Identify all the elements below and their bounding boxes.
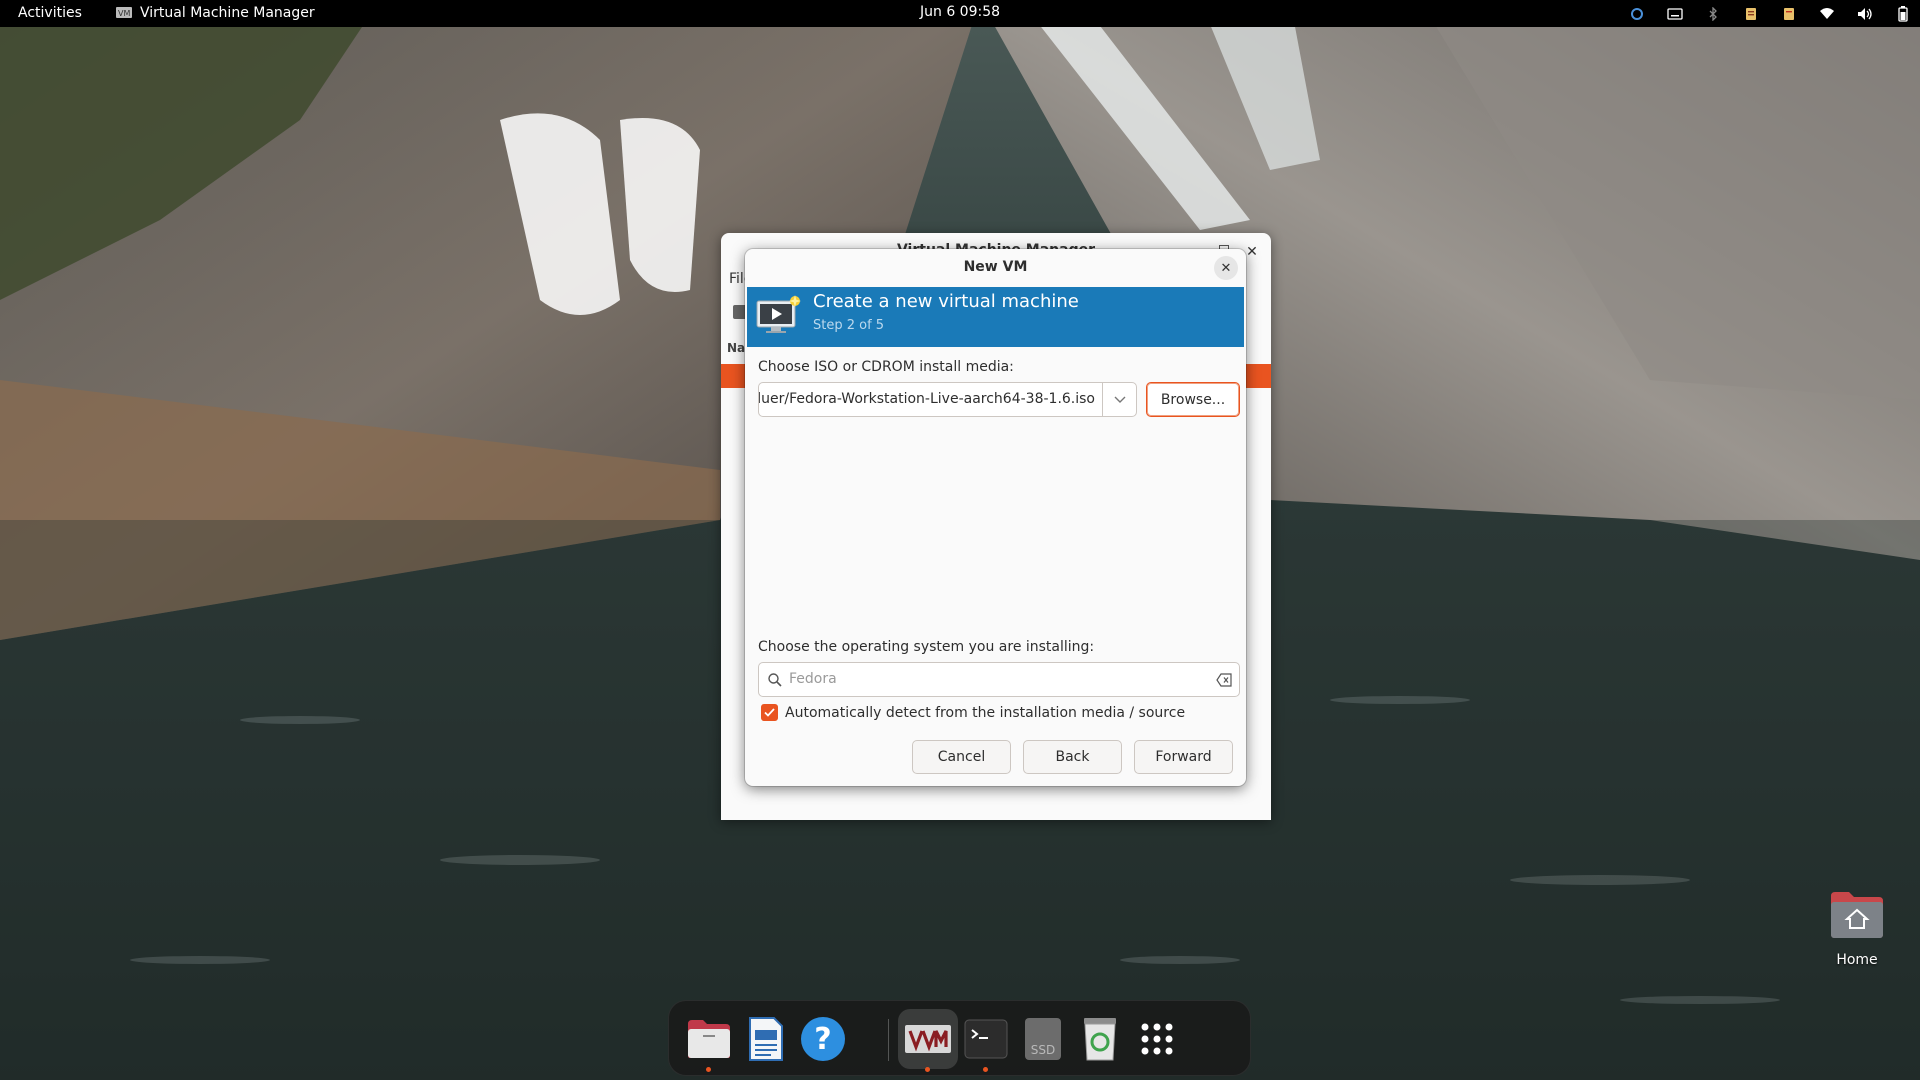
back-button[interactable]: Back [1023,740,1122,774]
home-desktop-icon[interactable]: Home [1826,888,1888,968]
battery-icon[interactable] [1894,5,1912,22]
dock-trash[interactable] [1070,1009,1130,1069]
volume-icon[interactable] [1856,6,1874,22]
trash-icon [1084,1018,1116,1061]
checkmark-icon [764,708,775,717]
svg-text:SSD: SSD [1031,1043,1055,1057]
activities-button[interactable]: Activities [18,5,82,21]
os-search-field[interactable]: Fedora [758,662,1240,697]
os-label: Choose the operating system you are inst… [758,639,1095,655]
autodetect-row[interactable]: Automatically detect from the installati… [761,704,1185,721]
dock-files[interactable] [679,1009,739,1072]
text-editor-icon [749,1017,783,1061]
clipboard-alt-icon[interactable] [1780,6,1798,22]
chevron-down-icon [1114,396,1125,403]
close-icon: ✕ [1220,260,1232,276]
bluetooth-icon[interactable] [1704,6,1722,22]
dock-show-apps[interactable] [1127,1009,1187,1069]
files-icon [688,1020,730,1058]
home-icon-label: Home [1836,952,1878,968]
wifi-icon[interactable] [1818,6,1836,22]
running-indicator [706,1067,711,1072]
dock-terminal[interactable] [956,1009,1016,1072]
dock-help[interactable]: ? [793,1009,853,1069]
virt-manager-small-icon: VM [116,7,132,18]
show-apps-icon [1141,1023,1173,1055]
terminal-icon [964,1019,1008,1059]
search-icon [768,673,782,687]
dialog-titlebar: New VM ✕ [745,249,1246,287]
autodetect-label: Automatically detect from the installati… [785,704,1186,721]
iso-media-label: Choose ISO or CDROM install media: [758,359,1014,375]
wizard-step-indicator: Step 2 of 5 [813,318,885,333]
virt-manager-icon [905,1025,951,1053]
top-bar: Activities VM Virtual Machine Manager Ju… [0,0,1920,27]
home-folder-icon [1831,892,1883,938]
iso-dropdown-button[interactable] [1102,383,1136,416]
svg-text:?: ? [814,1022,831,1057]
system-tray[interactable] [1628,0,1912,27]
browse-button[interactable]: Browse... [1146,382,1240,417]
clipboard-icon[interactable] [1742,6,1760,22]
svg-text:VM: VM [118,9,130,18]
forward-button[interactable]: Forward [1134,740,1233,774]
network-sync-icon[interactable] [1628,6,1646,22]
iso-path-input[interactable]: luer/Fedora-Workstation-Live-aarch64-38-… [759,383,1102,416]
running-indicator [983,1067,988,1072]
dock: ? SSD [668,1000,1251,1076]
clear-text-icon[interactable] [1216,673,1232,687]
clock[interactable]: Jun 6 09:58 [920,4,1000,20]
cancel-button[interactable]: Cancel [912,740,1011,774]
help-icon: ? [801,1017,845,1061]
dialog-title: New VM [963,259,1028,275]
iso-path-value: luer/Fedora-Workstation-Live-aarch64-38-… [759,391,1095,407]
wizard-header: Create a new virtual machine Step 2 of 5 [747,287,1244,347]
new-vm-dialog: New VM ✕ Create a new virtual machine St… [745,249,1246,786]
wizard-header-title: Create a new virtual machine [813,291,1079,312]
os-search-placeholder: Fedora [789,671,837,687]
dialog-close-button[interactable]: ✕ [1214,256,1238,280]
dock-ssd-drive[interactable]: SSD [1013,1009,1073,1069]
autodetect-checkbox[interactable] [761,704,778,721]
app-menu[interactable]: VM Virtual Machine Manager [116,5,315,21]
ssd-drive-icon: SSD [1025,1018,1061,1060]
running-indicator [925,1067,930,1072]
app-menu-label: Virtual Machine Manager [140,5,315,21]
dock-separator [888,1019,889,1061]
keyboard-icon[interactable] [1666,6,1684,22]
dock-text-editor[interactable] [736,1009,796,1069]
new-vm-monitor-icon [756,295,801,333]
dock-virt-manager[interactable] [898,1009,958,1072]
iso-path-combobox[interactable]: luer/Fedora-Workstation-Live-aarch64-38-… [758,382,1137,417]
